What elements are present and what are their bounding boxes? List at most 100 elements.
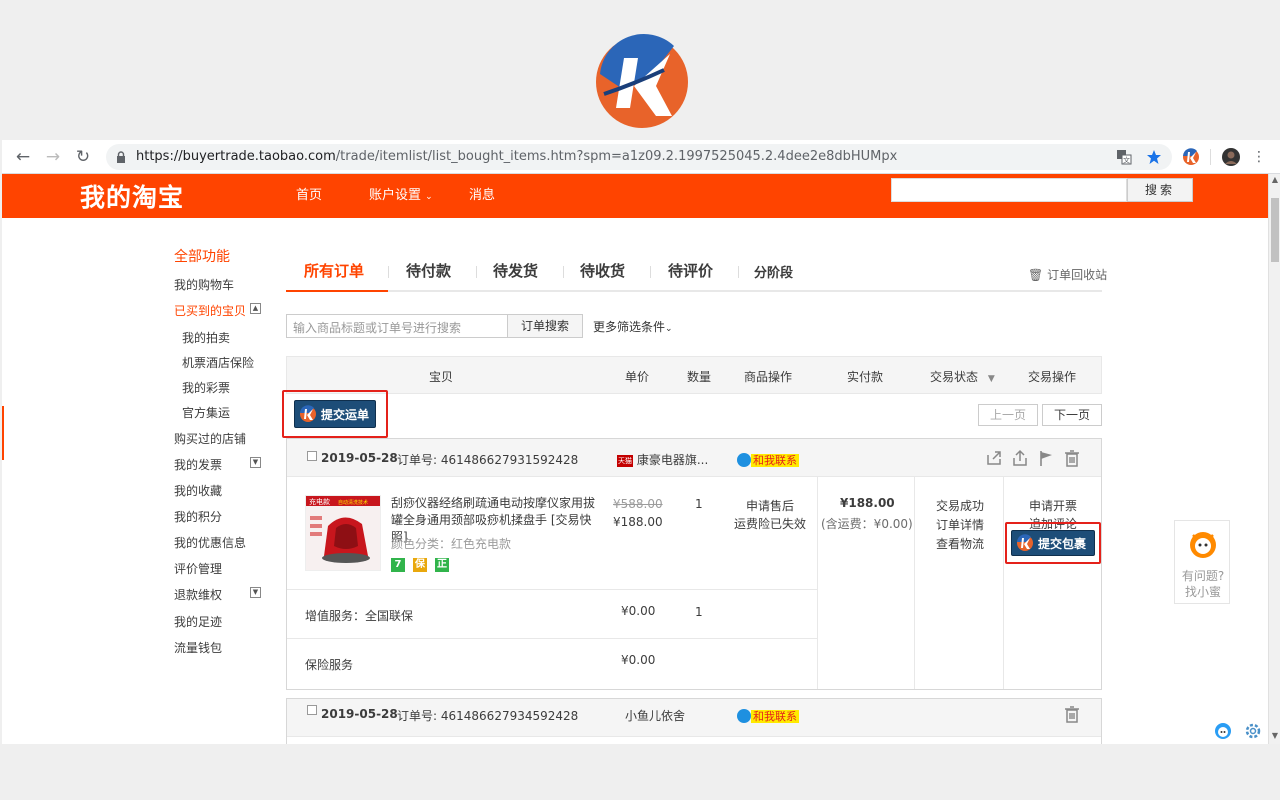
tab-divider	[388, 266, 389, 278]
site-search-button[interactable]: 搜索	[1127, 178, 1193, 202]
settings-gear-icon[interactable]	[1244, 722, 1262, 740]
apply-after-sale-link[interactable]: 申请售后	[746, 497, 794, 514]
delete-trash-icon[interactable]	[1063, 705, 1081, 723]
order-card: 2019-05-28 订单号: 461486627934592428 小鱼儿依舍…	[286, 698, 1102, 744]
sidebar-item-invoices[interactable]: 我的发票	[174, 456, 222, 473]
brand-logo[interactable]: 我的淘宝	[80, 178, 184, 214]
request-invoice-link[interactable]: 申请开票	[1029, 497, 1077, 514]
expand-toggle-icon[interactable]: ▼	[250, 457, 261, 468]
submit-waybill-highlight: 提交运单	[282, 390, 388, 438]
genuine-badge-icon[interactable]: 正	[435, 558, 449, 572]
customer-assistant-widget[interactable]: 有问题? 找小蜜	[1174, 520, 1230, 604]
url-path: /trade/itemlist/list_bought_items.htm?sp…	[335, 149, 898, 164]
sidebar-item-favorites[interactable]: 我的收藏	[174, 482, 222, 499]
product-image[interactable]: 充电款 自动清洗技术	[305, 495, 381, 571]
assistant-line-1: 有问题?	[1181, 569, 1225, 583]
tab-all-orders[interactable]: 所有订单	[304, 260, 364, 281]
order-number-value: 461486627931592428	[440, 453, 579, 467]
sidebar-head[interactable]: 全部功能	[174, 246, 230, 266]
contact-seller-button[interactable]: 和我联系	[737, 708, 799, 724]
share-icon[interactable]	[985, 449, 1003, 467]
nav-home[interactable]: 首页	[296, 184, 322, 203]
reload-icon[interactable]: ↻	[72, 146, 94, 168]
address-bar[interactable]: https://buyertrade.taobao.com/trade/item…	[106, 144, 1172, 170]
paid-amount: ¥188.00	[840, 496, 895, 510]
shop-link[interactable]: 小鱼儿依舍	[625, 707, 685, 724]
tab-pending-payment[interactable]: 待付款	[406, 260, 451, 281]
browser-window: ← → ↻ https://buyertrade.taobao.com/trad…	[2, 140, 1280, 744]
header-item: 宝贝	[429, 370, 454, 384]
url-text: https://buyertrade.taobao.com/trade/item…	[136, 149, 897, 164]
tab-pending-shipment[interactable]: 待发货	[493, 260, 538, 281]
trash-icon: 🗑	[1028, 268, 1044, 282]
submit-package-button[interactable]: 提交包裹	[1011, 530, 1095, 556]
expand-toggle-icon[interactable]: ▼	[250, 587, 261, 598]
k-extension-icon[interactable]	[1182, 148, 1200, 166]
svg-text:文: 文	[1123, 156, 1130, 165]
page-scrollbar[interactable]: ▲ ▼	[1268, 174, 1280, 744]
prev-page-button[interactable]: 上一页	[978, 404, 1038, 426]
nav-account-settings[interactable]: 账户设置 ⌄	[369, 184, 433, 203]
sidebar-item-cart[interactable]: 我的购物车	[174, 276, 234, 293]
tab-divider	[650, 266, 651, 278]
tab-divider	[476, 266, 477, 278]
order-header: 2019-05-28 订单号: 461486627931592428 天猫 康豪…	[287, 439, 1101, 477]
url-host: https://buyertrade.taobao.com	[136, 149, 336, 164]
collapse-toggle-icon[interactable]: ▲	[250, 303, 261, 314]
sidebar-item-points[interactable]: 我的积分	[174, 508, 222, 525]
scroll-down-icon[interactable]: ▼	[1269, 730, 1280, 742]
order-search-input[interactable]: 输入商品标题或订单号进行搜索	[286, 314, 508, 338]
sidebar-item-coupons[interactable]: 我的优惠信息	[174, 534, 246, 551]
header-trade-status[interactable]: 交易状态 ▼	[930, 368, 995, 385]
submit-package-label: 提交包裹	[1038, 537, 1087, 551]
sidebar-item-travel[interactable]: 机票酒店保险	[182, 354, 254, 371]
lock-icon	[117, 151, 125, 163]
recycle-bin-link[interactable]: 🗑 订单回收站	[1028, 266, 1107, 283]
scroll-up-icon[interactable]: ▲	[1269, 174, 1280, 186]
menu-dots-icon[interactable]: ⋮	[1252, 146, 1266, 168]
order-card: 2019-05-28 订单号: 461486627931592428 天猫 康豪…	[286, 438, 1102, 690]
shop-link[interactable]: 天猫 康豪电器旗...	[617, 451, 708, 468]
scroll-thumb[interactable]	[1271, 198, 1279, 262]
sidebar-item-auction[interactable]: 我的拍卖	[182, 329, 230, 346]
sidebar-item-footprints[interactable]: 我的足迹	[174, 613, 222, 630]
submit-waybill-button[interactable]: 提交运单	[294, 400, 376, 428]
order-table-header: 宝贝 单价 数量 商品操作 实付款 交易状态 ▼ 交易操作	[286, 356, 1102, 394]
back-arrow-icon[interactable]: ←	[12, 146, 34, 168]
view-logistics-link[interactable]: 查看物流	[936, 535, 984, 552]
nav-messages[interactable]: 消息	[469, 184, 495, 203]
bot-chat-icon[interactable]	[1214, 722, 1232, 740]
order-checkbox[interactable]	[307, 451, 317, 461]
product-image-subtitle: 自动清洗技术	[338, 499, 368, 506]
order-checkbox[interactable]	[307, 705, 317, 715]
guarantee-badge-icon[interactable]: 保	[413, 558, 427, 572]
tab-pending-review[interactable]: 待评价	[668, 260, 713, 281]
star-bookmark-icon[interactable]	[1146, 149, 1162, 165]
site-search-input[interactable]	[891, 178, 1127, 202]
translate-icon[interactable]: 文	[1116, 149, 1132, 165]
sidebar-item-refunds[interactable]: 退款维权	[174, 586, 222, 603]
avatar[interactable]	[1222, 148, 1240, 166]
seven-day-return-badge-icon[interactable]: 7	[391, 558, 405, 572]
delete-trash-icon[interactable]	[1063, 449, 1081, 467]
upload-icon[interactable]	[1011, 449, 1029, 467]
product-photo: 充电款 自动清洗技术	[306, 496, 380, 570]
contact-seller-button[interactable]: 和我联系	[737, 452, 799, 468]
tmall-badge-icon: 天猫	[617, 455, 633, 467]
sidebar-item-reviews[interactable]: 评价管理	[174, 560, 222, 577]
header-trade-status-label: 交易状态	[930, 370, 979, 384]
tab-installments[interactable]: 分阶段	[754, 262, 793, 281]
sidebar-item-consolidation[interactable]: 官方集运	[182, 404, 230, 421]
sidebar-item-shops[interactable]: 购买过的店铺	[174, 430, 246, 447]
flag-icon[interactable]	[1037, 449, 1055, 467]
sidebar-item-lottery[interactable]: 我的彩票	[182, 379, 230, 396]
order-details-link[interactable]: 订单详情	[936, 516, 984, 533]
sidebar-item-data-wallet[interactable]: 流量钱包	[174, 639, 222, 656]
more-filters-toggle[interactable]: 更多筛选条件⌄	[593, 318, 673, 335]
sidebar-item-bought[interactable]: 已买到的宝贝	[174, 302, 246, 319]
order-search-button[interactable]: 订单搜索	[507, 314, 583, 338]
forward-arrow-icon[interactable]: →	[42, 146, 64, 168]
tab-pending-receipt[interactable]: 待收货	[580, 260, 625, 281]
column-divider	[1003, 477, 1004, 689]
next-page-button[interactable]: 下一页	[1042, 404, 1102, 426]
